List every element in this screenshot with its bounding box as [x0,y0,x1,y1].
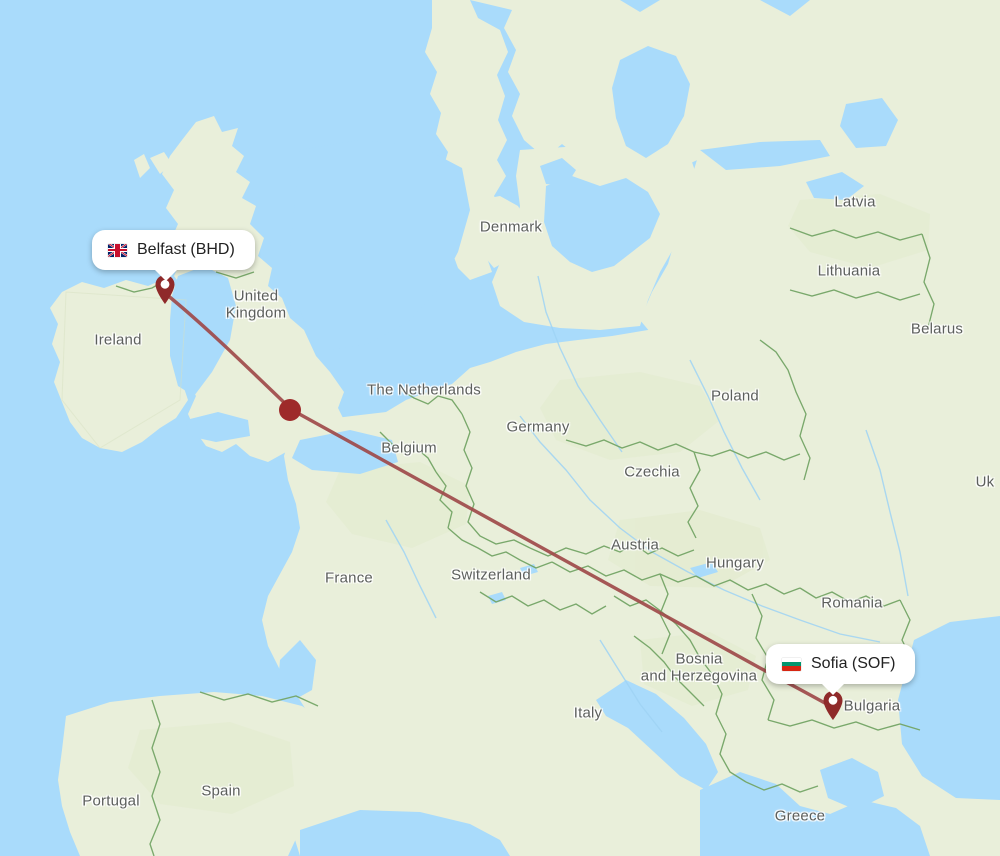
route-waypoint-marker[interactable] [279,399,301,421]
flight-route-map[interactable]: Denmark Latvia Lithuania Belarus Ireland… [0,0,1000,856]
basemap-tiles [0,0,1000,856]
origin-callout-label: Belfast (BHD) [137,241,235,258]
destination-callout-tip [821,683,845,695]
origin-callout-tip [154,269,178,281]
destination-callout-label: Sofia (SOF) [811,655,896,672]
bg-flag-icon [782,657,801,671]
gb-flag-icon [108,243,127,257]
origin-callout[interactable]: Belfast (BHD) [92,230,255,281]
destination-callout[interactable]: Sofia (SOF) [766,644,916,695]
